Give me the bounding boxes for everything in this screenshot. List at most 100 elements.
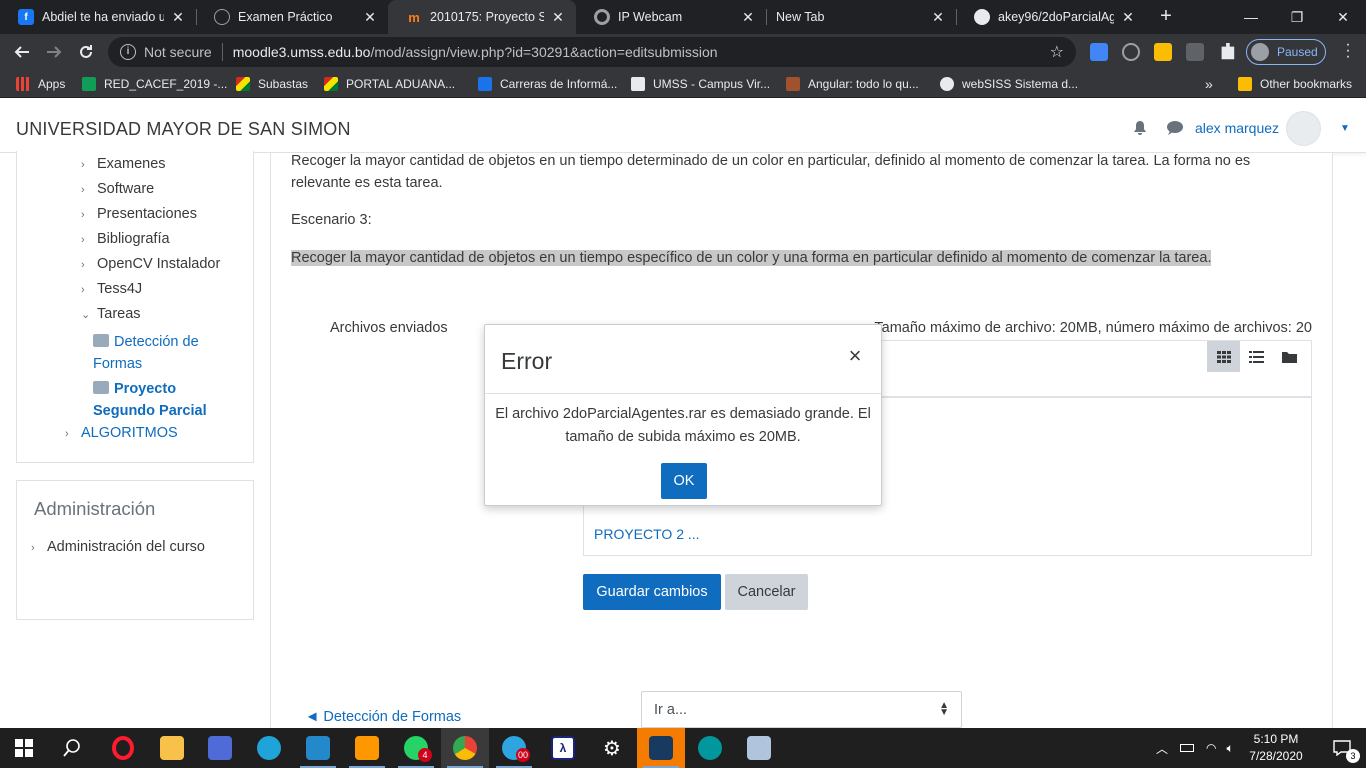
action-center-button[interactable]: 3 <box>1318 728 1366 768</box>
globe-icon <box>214 9 230 25</box>
bookmark-umss-campus[interactable]: UMSS - Campus Vir... <box>631 75 770 93</box>
bookmark-favicon <box>324 77 338 91</box>
drive-icon[interactable] <box>1154 43 1172 61</box>
tab-ipwebcam[interactable]: IP Webcam ✕ <box>576 0 766 34</box>
gear-icon: ⚙ <box>603 737 621 760</box>
bookmark-favicon <box>786 77 800 91</box>
bookmark-websiss[interactable]: webSISS Sistema d... <box>940 75 1078 93</box>
close-icon[interactable]: ✕ <box>550 9 566 26</box>
bookmark-label: PORTAL ADUANA... <box>346 77 456 91</box>
search-button[interactable] <box>48 728 96 768</box>
bookmark-label: Other bookmarks <box>1260 77 1353 91</box>
tab-title: New Tab <box>776 10 825 24</box>
vscode-icon <box>306 736 330 760</box>
star-icon[interactable]: ☆ <box>1050 42 1064 62</box>
dialog-title: Error <box>501 348 553 374</box>
avatar <box>1251 43 1269 61</box>
taskbar-edge[interactable] <box>245 728 293 768</box>
close-window-button[interactable]: ✕ <box>1320 0 1366 34</box>
clock-date: 7/28/2020 <box>1249 749 1303 763</box>
radio-icon[interactable] <box>1122 43 1140 61</box>
webcam-icon <box>594 9 610 25</box>
system-clock[interactable]: 5:10 PM 7/28/2020 <box>1246 731 1306 765</box>
folder-icon <box>160 736 184 760</box>
battery-icon[interactable] <box>1180 744 1195 752</box>
taskbar-notes[interactable] <box>735 728 783 768</box>
lambda-icon: λ <box>551 736 575 760</box>
taskbar-sublime[interactable] <box>343 728 391 768</box>
bookmark-red-cacef[interactable]: RED_CACEF_2019 -... <box>82 75 227 93</box>
tab-title: Abdiel te ha enviado un <box>42 10 164 24</box>
bookmark-portal-aduana[interactable]: PORTAL ADUANA... <box>324 75 455 93</box>
tab-facebook[interactable]: f Abdiel te ha enviado un ✕ <box>0 0 196 34</box>
pen-icon[interactable] <box>1186 43 1204 61</box>
opera-icon <box>112 736 134 760</box>
tab-proyecto[interactable]: m 2010175: Proyecto Segu ✕ <box>388 0 576 34</box>
bookmark-apps[interactable]: Apps <box>16 75 65 93</box>
translate-icon[interactable] <box>1090 43 1108 61</box>
puzzle-icon[interactable] <box>1221 43 1235 60</box>
bookmark-carreras[interactable]: Carreras de Informá... <box>478 75 617 93</box>
taskbar-app[interactable] <box>196 728 244 768</box>
virtualbox-icon <box>649 736 673 760</box>
taskbar-virtualbox[interactable] <box>637 728 685 768</box>
maximize-button[interactable]: ❐ <box>1274 0 1320 34</box>
close-icon[interactable]: ✕ <box>1120 9 1136 26</box>
close-icon[interactable]: ✕ <box>170 9 186 26</box>
chrome-icon <box>453 736 477 760</box>
github-icon <box>974 9 990 25</box>
reload-button[interactable] <box>72 38 100 66</box>
taskbar-opera[interactable] <box>99 728 147 768</box>
profile-button[interactable]: Paused <box>1246 39 1326 65</box>
taskbar-telegram[interactable]: 00 <box>490 728 538 768</box>
tab-strip: f Abdiel te ha enviado un ✕ Examen Práct… <box>0 0 1366 34</box>
notes-icon <box>747 736 771 760</box>
taskbar-whatsapp[interactable]: 4 <box>392 728 440 768</box>
minimize-button[interactable]: — <box>1228 0 1274 34</box>
taskbar-settings[interactable]: ⚙ <box>588 728 636 768</box>
browser-toolbar: i Not secure moodle3.umss.edu.bo /mod/as… <box>0 34 1366 70</box>
sublime-icon <box>355 736 379 760</box>
close-icon[interactable]: ✕ <box>930 9 946 26</box>
start-button[interactable] <box>0 728 48 768</box>
clock-time: 5:10 PM <box>1253 732 1299 746</box>
profile-status: Paused <box>1277 45 1318 59</box>
tray-icons: ︿ ◠ 🔈︎ <box>1156 728 1234 768</box>
bookmark-favicon <box>82 77 96 91</box>
back-button[interactable] <box>8 38 36 66</box>
tab-title: IP Webcam <box>618 10 683 24</box>
dialog-message: El archivo 2doParcialAgentes.rar es dema… <box>495 406 871 445</box>
wifi-icon[interactable]: ◠ <box>1206 741 1216 755</box>
taskbar-lambda[interactable]: λ <box>539 728 587 768</box>
close-icon[interactable]: ✕ <box>740 9 756 26</box>
forward-button[interactable] <box>40 38 68 66</box>
new-tab-button[interactable]: + <box>1155 6 1177 28</box>
menu-icon[interactable]: · · · <box>1340 37 1356 65</box>
other-bookmarks[interactable]: Other bookmarks <box>1238 75 1352 93</box>
close-icon[interactable]: ✕ <box>362 9 378 26</box>
tab-examen[interactable]: Examen Práctico ✕ <box>196 0 388 34</box>
edge-icon <box>257 736 281 760</box>
taskbar-chrome[interactable] <box>441 728 489 768</box>
taskbar-explorer[interactable] <box>148 728 196 768</box>
volume-icon[interactable]: 🔈︎ <box>1227 741 1234 756</box>
info-icon[interactable]: i <box>120 44 136 60</box>
chevron-up-icon[interactable]: ︿ <box>1156 740 1168 757</box>
bookmark-favicon <box>478 77 492 91</box>
bookmark-label: Apps <box>38 77 66 91</box>
bookmark-label: Subastas <box>258 77 309 91</box>
tab-github[interactable]: akey96/2doParcialAgen ✕ <box>956 0 1146 34</box>
address-bar[interactable]: i Not secure moodle3.umss.edu.bo /mod/as… <box>108 37 1076 67</box>
ok-button[interactable]: OK <box>661 463 707 499</box>
bookmark-subastas[interactable]: Subastas <box>236 75 308 93</box>
taskbar-vscode[interactable] <box>294 728 342 768</box>
bookmark-favicon <box>631 77 645 91</box>
close-icon[interactable]: × <box>845 343 865 369</box>
bookmark-angular[interactable]: Angular: todo lo qu... <box>786 75 919 93</box>
taskbar-arduino[interactable] <box>686 728 734 768</box>
bookmark-label: webSISS Sistema d... <box>962 77 1079 91</box>
bookmark-label: RED_CACEF_2019 -... <box>104 77 228 91</box>
bookmarks-overflow[interactable]: » <box>1205 75 1213 93</box>
url-path: /mod/assign/view.php?id=30291&action=edi… <box>370 44 718 60</box>
tab-newtab[interactable]: New Tab ✕ <box>766 0 956 34</box>
